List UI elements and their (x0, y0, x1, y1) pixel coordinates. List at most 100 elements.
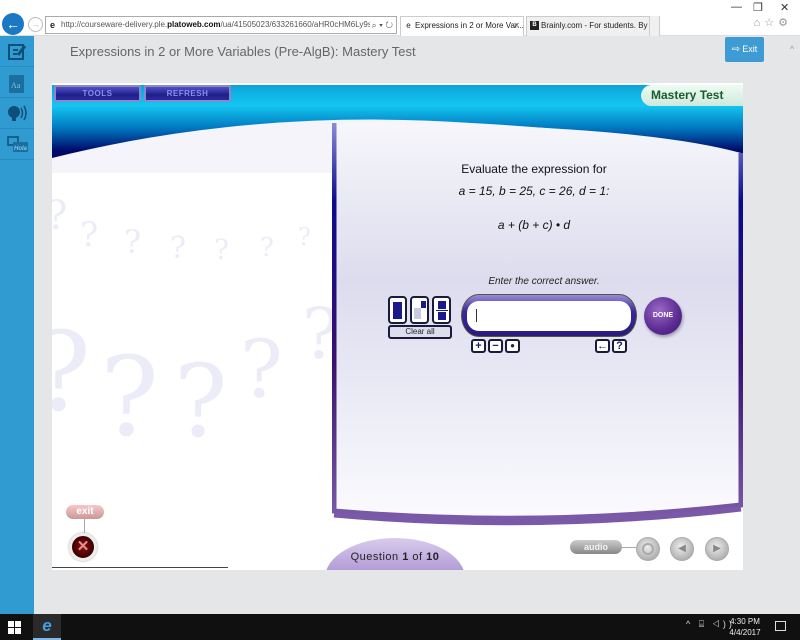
audio-button[interactable]: audio (570, 540, 622, 554)
audio-connector (622, 547, 636, 548)
exit-door-icon: ⇨ (731, 44, 741, 55)
tab-label: Expressions in 2 or More Var... (415, 21, 524, 30)
restore-button[interactable]: ❐ (753, 1, 763, 14)
arrow-right-icon: → (31, 19, 40, 29)
translate-icon: Hola (7, 136, 28, 152)
screen: — ❐ ✕ ← → e http://courseware-delivery.p… (0, 0, 800, 640)
qmark-decoration: ? (214, 233, 230, 266)
close-tab-icon[interactable]: ✕ (513, 17, 520, 35)
tab-brainly[interactable]: B Brainly.com - For students. By ... (526, 16, 656, 36)
triangle-left-icon: ◀ (678, 543, 686, 554)
minimize-button[interactable]: — (731, 1, 742, 13)
fraction-bar-glyph (436, 310, 448, 311)
qmark-decoration: ? (260, 233, 274, 263)
clock-time: 4:30 PM (730, 617, 760, 626)
qmark-decoration: ? (52, 308, 91, 436)
triangle-right-icon: ▶ (713, 543, 721, 554)
speaker-ring-icon (642, 543, 654, 555)
home-favorites-settings-icons[interactable]: ⌂☆⚙ (754, 16, 792, 29)
done-button[interactable]: DONE (644, 297, 682, 335)
dot-button[interactable]: ● (505, 339, 520, 353)
exit-button[interactable]: ⇨ Exit (725, 37, 764, 62)
backspace-button[interactable]: ← (595, 339, 610, 353)
previous-button[interactable]: ◀ (670, 537, 694, 561)
mastery-test-app: TOOLS REFRESH Mastery Test ? ? ? ? ? ? ?… (52, 83, 743, 570)
question-line-2: a = 15, b = 25, c = 26, d = 1: (334, 184, 734, 198)
question-counter: Question 1 of 10 (325, 551, 465, 563)
ie-icon: e (406, 21, 411, 30)
qmark-decoration: ? (100, 333, 159, 461)
question-total: 10 (426, 551, 440, 563)
site-icon: e (50, 20, 56, 30)
forward-button[interactable]: → (28, 17, 43, 32)
browser-titlebar: — ❐ ✕ (0, 0, 800, 15)
search-refresh-icons[interactable]: ⌕ ▾ ↻ (369, 17, 393, 33)
exit-connector (84, 519, 85, 533)
taskbar: e ^ ⌸ ◁)) 4:30 PM 4/4/2017 (0, 614, 800, 640)
fraction-key[interactable] (388, 296, 407, 324)
url-prefix: http://courseware-delivery.ple. (61, 20, 168, 29)
rail-dictionary-button[interactable]: Aa (0, 67, 34, 98)
windows-start-icon[interactable] (8, 621, 21, 634)
speaker-icon (8, 105, 27, 121)
qmark-decoration: ? (170, 231, 187, 266)
qmark-decoration: ? (240, 323, 283, 416)
division-key[interactable] (432, 296, 451, 324)
next-button[interactable]: ▶ (705, 537, 729, 561)
page-title: Expressions in 2 or More Variables (Pre-… (70, 44, 416, 59)
numerator-glyph (438, 301, 446, 309)
mastery-test-label: Mastery Test (641, 85, 743, 106)
text-cursor (476, 309, 477, 322)
scroll-up-icon[interactable]: ^ (790, 44, 794, 54)
notifications-icon[interactable] (775, 621, 786, 631)
qmark-decoration: ? (174, 343, 228, 460)
rail-notes-button[interactable] (0, 36, 34, 67)
exit-label: Exit (742, 44, 758, 54)
dictionary-icon: Aa (9, 75, 24, 93)
tab-expressions[interactable]: e Expressions in 2 or More Var... ✕ (400, 16, 524, 36)
qmark-decoration: ? (298, 223, 311, 251)
clock[interactable]: 4:30 PM 4/4/2017 (725, 616, 765, 638)
divider (52, 567, 228, 570)
question-prefix: Question (350, 551, 399, 563)
refresh-button[interactable]: REFRESH (144, 85, 231, 102)
edit-icon (8, 44, 27, 60)
exponent-key[interactable] (410, 296, 429, 324)
hola-text: Hola (14, 146, 28, 152)
tools-button[interactable]: TOOLS (54, 85, 141, 102)
plus-button[interactable]: + (471, 339, 486, 353)
url-suffix: /ua/41505023/633261660/aHR0cHM6Ly9sZWFj (220, 20, 391, 29)
internet-explorer-taskbar-icon[interactable]: e (33, 614, 61, 640)
close-x-icon: ✕ (76, 538, 90, 555)
address-bar[interactable]: e http://courseware-delivery.ple.platowe… (45, 16, 397, 34)
question-line-1: Evaluate the expression for (461, 162, 607, 176)
exit-x-button[interactable]: ✕ (69, 533, 97, 561)
question-current: 1 (402, 551, 409, 563)
arrow-left-icon: ← (6, 16, 20, 32)
qmark-decoration: ? (52, 193, 67, 239)
tool-rail: Aa Hola (0, 36, 34, 614)
svg-text:Aa: Aa (11, 81, 21, 90)
answer-input[interactable] (467, 301, 631, 331)
back-button[interactable]: ← (2, 13, 24, 35)
clear-all-button[interactable]: Clear all (388, 325, 452, 339)
url-host: platoweb.com (167, 20, 221, 29)
question-of: of (412, 551, 423, 563)
page-header: Expressions in 2 or More Variables (Pre-… (34, 36, 800, 66)
brainly-icon: B (530, 21, 539, 30)
rail-speaker-button[interactable] (0, 98, 34, 129)
clock-date: 4/4/2017 (729, 628, 761, 637)
close-window-button[interactable]: ✕ (780, 1, 789, 14)
denominator-glyph (438, 312, 446, 320)
rail-translate-button[interactable]: Hola (0, 129, 34, 160)
box-glyph (393, 302, 402, 319)
question-expression: a + (b + c) • d (497, 218, 571, 232)
help-button[interactable]: ? (612, 339, 627, 353)
minus-button[interactable]: − (488, 339, 503, 353)
exponent-glyph (421, 301, 426, 308)
qmark-decoration: ? (124, 223, 142, 261)
audio-play-button[interactable] (636, 537, 660, 561)
exit-label-button[interactable]: exit (66, 505, 104, 519)
new-tab-button[interactable] (650, 16, 660, 36)
question-variables: a = 15, b = 25, c = 26, d = 1: (458, 184, 610, 198)
